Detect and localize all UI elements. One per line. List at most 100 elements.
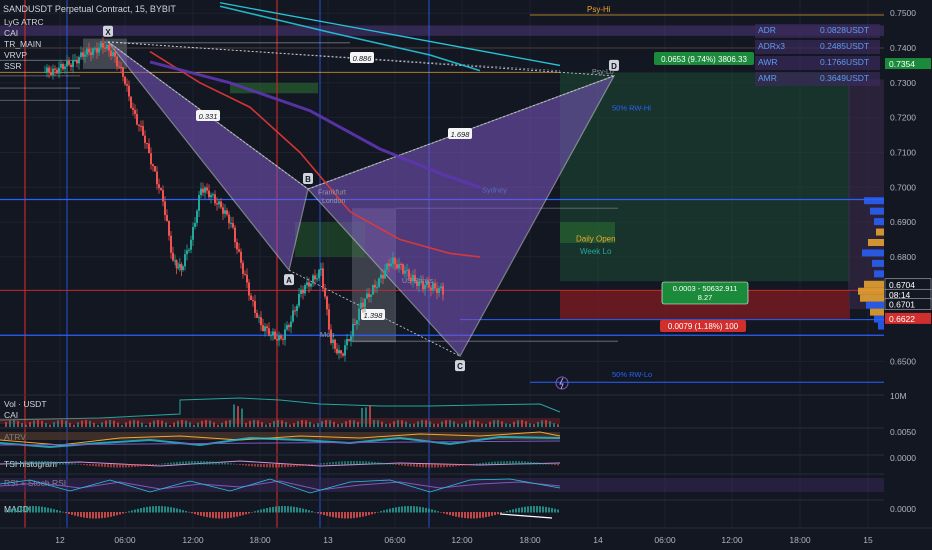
candle-body[interactable]	[136, 114, 138, 125]
candle-body[interactable]	[290, 321, 292, 328]
candle-body[interactable]	[70, 64, 72, 67]
candle-body[interactable]	[208, 190, 210, 198]
candle-body[interactable]	[142, 126, 144, 136]
indicator-legend-4[interactable]: SSR	[4, 61, 21, 71]
candle-body[interactable]	[334, 339, 336, 349]
candle-body[interactable]	[196, 210, 198, 224]
candle-body[interactable]	[226, 210, 228, 215]
candle-body[interactable]	[98, 47, 100, 53]
candle-body[interactable]	[360, 302, 362, 309]
candle-body[interactable]	[150, 153, 152, 165]
candle-body[interactable]	[110, 50, 112, 57]
indicator-legend-3[interactable]: VRVP	[4, 50, 27, 60]
candle-body[interactable]	[162, 190, 164, 202]
candle-body[interactable]	[62, 63, 64, 70]
candle-body[interactable]	[124, 76, 126, 85]
candle-body[interactable]	[54, 68, 56, 70]
candle-body[interactable]	[168, 221, 170, 236]
candle-body[interactable]	[328, 309, 330, 330]
candle-body[interactable]	[66, 60, 68, 67]
candle-body[interactable]	[172, 252, 174, 261]
candle-body[interactable]	[282, 338, 284, 340]
candle-body[interactable]	[400, 263, 402, 265]
candle-body[interactable]	[220, 201, 222, 208]
panel-name-4[interactable]: MACD	[4, 504, 29, 514]
candle-body[interactable]	[56, 69, 58, 74]
candle-body[interactable]	[314, 275, 316, 280]
candle-body[interactable]	[404, 270, 406, 274]
candle-body[interactable]	[382, 274, 384, 279]
candle-body[interactable]	[374, 284, 376, 288]
candle-body[interactable]	[366, 293, 368, 299]
candle-body[interactable]	[138, 124, 140, 126]
candle-body[interactable]	[102, 42, 104, 48]
candle-body[interactable]	[344, 345, 346, 356]
candle-body[interactable]	[60, 63, 62, 68]
candle-body[interactable]	[342, 353, 344, 356]
candle-body[interactable]	[108, 44, 110, 51]
candle-body[interactable]	[156, 171, 158, 185]
candle-body[interactable]	[258, 317, 260, 319]
candle-body[interactable]	[90, 52, 92, 55]
candle-body[interactable]	[48, 67, 50, 73]
candle-body[interactable]	[175, 260, 178, 269]
candle-body[interactable]	[130, 96, 132, 108]
candle-body[interactable]	[324, 288, 326, 297]
candle-body[interactable]	[300, 289, 302, 294]
candle-body[interactable]	[76, 60, 78, 64]
candle-body[interactable]	[370, 294, 372, 297]
candle-body[interactable]	[86, 48, 88, 55]
candle-body[interactable]	[408, 269, 410, 278]
candle-body[interactable]	[244, 273, 246, 275]
candle-body[interactable]	[252, 299, 254, 302]
candle-body[interactable]	[194, 223, 196, 227]
candle-body[interactable]	[160, 188, 162, 191]
candle-body[interactable]	[240, 251, 242, 263]
candle-body[interactable]	[318, 269, 320, 279]
candle-body[interactable]	[182, 266, 184, 271]
candle-body[interactable]	[262, 325, 264, 332]
indicator-legend-0[interactable]: LyG ATRC	[4, 17, 44, 27]
candle-body[interactable]	[100, 42, 102, 48]
candle-body[interactable]	[384, 269, 386, 279]
candle-body[interactable]	[376, 287, 378, 289]
candle-body[interactable]	[386, 263, 388, 270]
candle-body[interactable]	[206, 187, 208, 191]
chart-canvas[interactable]: XABCD0.8860.3311.3981.698 Psy-Hi50% RW-H…	[0, 0, 932, 550]
candle-body[interactable]	[154, 165, 156, 172]
candle-body[interactable]	[260, 317, 262, 326]
candle-body[interactable]	[82, 52, 84, 57]
candle-body[interactable]	[106, 44, 108, 49]
candle-body[interactable]	[212, 194, 214, 196]
candle-body[interactable]	[44, 72, 46, 74]
candle-body[interactable]	[326, 296, 328, 310]
candle-body[interactable]	[298, 293, 300, 306]
candle-body[interactable]	[88, 48, 90, 53]
candle-body[interactable]	[368, 293, 370, 297]
candle-body[interactable]	[362, 302, 364, 307]
candle-body[interactable]	[264, 326, 266, 332]
candle-body[interactable]	[78, 57, 80, 64]
pattern-point-C-label[interactable]: C	[457, 362, 463, 371]
candle-body[interactable]	[306, 282, 308, 286]
candle-body[interactable]	[114, 52, 116, 57]
candle-body[interactable]	[254, 301, 256, 313]
candle-body[interactable]	[346, 339, 348, 346]
candle-body[interactable]	[388, 263, 390, 267]
candle-body[interactable]	[284, 329, 286, 340]
candle-body[interactable]	[248, 282, 250, 296]
candle-body[interactable]	[338, 350, 340, 354]
candle-body[interactable]	[340, 350, 342, 354]
candle-body[interactable]	[276, 339, 278, 341]
candle-body[interactable]	[378, 278, 380, 288]
candle-body[interactable]	[210, 194, 212, 198]
candle-body[interactable]	[372, 284, 374, 295]
candle-body[interactable]	[120, 66, 122, 68]
candle-body[interactable]	[216, 203, 218, 205]
candle-body[interactable]	[354, 323, 356, 325]
candle-body[interactable]	[308, 282, 310, 287]
candle-body[interactable]	[58, 67, 60, 74]
candle-body[interactable]	[442, 291, 444, 295]
candle-body[interactable]	[352, 323, 354, 337]
candle-body[interactable]	[280, 335, 282, 339]
